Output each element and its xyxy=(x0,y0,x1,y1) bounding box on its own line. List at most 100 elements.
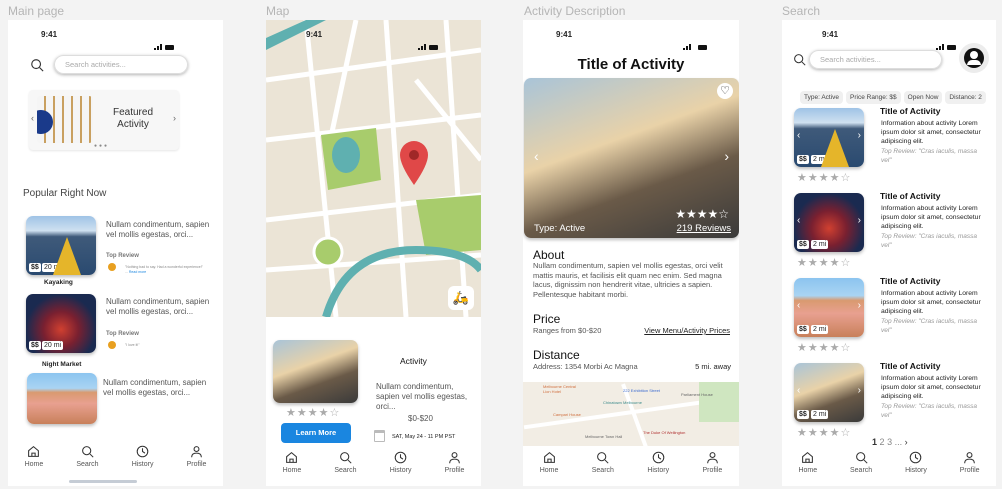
rating-stars: ★★★★☆ xyxy=(286,407,341,419)
nav-search[interactable]: Search xyxy=(850,446,872,486)
nav-search[interactable]: Search xyxy=(592,446,614,486)
activity-title: Title of Activity xyxy=(577,56,685,73)
search-icon[interactable] xyxy=(30,58,44,72)
price-badge: $$ xyxy=(797,325,809,334)
status-time: 9:41 xyxy=(556,30,573,39)
search-input[interactable]: Search activities... xyxy=(54,55,188,74)
price-badge: $$ xyxy=(797,410,809,419)
nav-profile[interactable]: Profile xyxy=(445,446,464,486)
chevron-left-icon[interactable]: ‹ xyxy=(797,300,800,311)
map-view[interactable] xyxy=(266,20,481,317)
learn-more-button[interactable]: Learn More xyxy=(281,423,351,443)
chevron-left-icon[interactable]: ‹ xyxy=(797,130,800,141)
address: Address: 1354 Morbi Ac Magna xyxy=(533,362,638,371)
bottom-nav: Home Search History Profile xyxy=(782,446,996,486)
nav-label: Home xyxy=(282,467,302,474)
search-icon xyxy=(81,445,94,458)
chevron-left-icon[interactable]: ‹ xyxy=(31,113,34,123)
nav-history[interactable]: History xyxy=(905,446,927,486)
featured-image xyxy=(37,96,93,143)
nav-home[interactable]: Home xyxy=(282,446,302,486)
signal-battery-icon xyxy=(936,32,958,50)
home-icon xyxy=(27,445,40,458)
featured-title: Featured Activity xyxy=(112,107,154,130)
price-badge: $$ xyxy=(797,155,809,164)
nav-profile[interactable]: Profile xyxy=(960,446,980,486)
nav-label: Search xyxy=(850,467,873,474)
frame-label-map: Map xyxy=(266,4,290,18)
read-more-link[interactable]: Read more xyxy=(129,270,146,274)
profile-icon xyxy=(963,451,976,464)
nav-profile[interactable]: Profile xyxy=(702,446,722,486)
item-name: Kayaking xyxy=(44,279,73,286)
activity-desc: Nullam condimentum, sapien vel mollis eg… xyxy=(376,382,468,411)
result-review: Top Review: "Cras iaculis, massa vel" xyxy=(881,318,977,334)
filter-chips: Type: Active Price Range: $$ Open Now Dista… xyxy=(800,86,989,104)
filter-chip[interactable]: Open Now xyxy=(903,91,943,104)
activity-hero-image: ♡ ‹ › Type: Active ★★★★☆ 219 Reviews xyxy=(524,78,739,238)
nav-home[interactable]: Home xyxy=(540,446,558,486)
item-desc: Nullam condimentum, sapien vel mollis eg… xyxy=(106,297,210,316)
nav-label: History xyxy=(647,467,670,474)
activity-title: Activity xyxy=(400,356,427,366)
result-image: ‹ › $$ 2 mi xyxy=(794,108,864,167)
map-label: The Duke Of Wellington xyxy=(643,430,686,435)
chevron-right-icon[interactable]: › xyxy=(173,113,176,123)
filter-chip[interactable]: Type: Active xyxy=(800,91,844,104)
chevron-left-icon[interactable]: ‹ xyxy=(797,215,800,226)
distance-badge: 2 mi xyxy=(811,155,829,164)
nav-search[interactable]: Search xyxy=(76,440,99,480)
carousel-dots[interactable]: ●●● xyxy=(94,143,109,149)
search-icon[interactable] xyxy=(793,53,806,66)
chevron-right-icon[interactable]: › xyxy=(724,148,729,164)
filter-chip[interactable]: Distance: 2 xyxy=(945,91,986,104)
chevron-left-icon[interactable]: ‹ xyxy=(797,385,800,396)
result-title: Title of Activity xyxy=(880,361,941,371)
distance-heading: Distance xyxy=(533,348,580,362)
profile-icon xyxy=(448,451,461,464)
map-frame: 9:41 🛵 ★★★★☆ Learn More Activity Nullam … xyxy=(266,20,481,486)
item-desc: Nullam condimentum, sapien vel mollis eg… xyxy=(103,378,207,397)
activity-type: Type: Active xyxy=(534,223,586,234)
result-title: Title of Activity xyxy=(880,191,941,201)
chevron-right-icon[interactable]: › xyxy=(858,130,861,141)
nav-label: Search xyxy=(76,461,99,468)
location-map[interactable]: Melbourne Central Lion Hotel 222 Exhibit… xyxy=(523,382,739,446)
about-heading: About xyxy=(533,248,565,262)
rating-stars: ★★★★☆ xyxy=(797,257,852,269)
map-label: Melbourne Central Lion Hotel xyxy=(543,384,576,394)
result-review: Top Review: "Cras iaculis, massa vel" xyxy=(881,403,977,419)
about-text: Nullam condimentum, sapien vel mollis eg… xyxy=(533,261,723,299)
search-input[interactable]: Search activities... xyxy=(809,50,942,69)
chevron-right-icon[interactable]: › xyxy=(858,385,861,396)
nav-profile[interactable]: Profile xyxy=(186,440,207,480)
nav-home[interactable]: Home xyxy=(798,446,817,486)
home-indicator xyxy=(69,480,137,483)
kayaking-image: $$ 20 mi xyxy=(26,216,96,275)
map-label: 222 Exhibition Street xyxy=(623,388,660,393)
filter-chip[interactable]: Price Range: $$ xyxy=(846,91,901,104)
profile-avatar-button[interactable] xyxy=(959,43,989,73)
reviews-link[interactable]: 219 Reviews xyxy=(677,223,731,234)
view-prices-link[interactable]: View Menu/Activity Prices xyxy=(644,326,730,335)
nav-label: Profile xyxy=(702,467,723,474)
featured-carousel[interactable]: ‹ Featured Activity › ●●● xyxy=(29,90,179,150)
chevron-right-icon[interactable]: › xyxy=(858,300,861,311)
search-icon xyxy=(855,451,868,464)
chevron-left-icon[interactable]: ‹ xyxy=(534,148,539,164)
chevron-right-icon[interactable]: › xyxy=(858,215,861,226)
nav-history[interactable]: History xyxy=(132,440,153,480)
rating-stars: ★★★★☆ xyxy=(797,427,852,439)
nav-history[interactable]: History xyxy=(647,446,669,486)
nav-label: Profile xyxy=(959,467,980,474)
status-time: 9:41 xyxy=(306,30,323,39)
nav-history[interactable]: History xyxy=(390,446,411,486)
nav-label: Profile xyxy=(186,461,207,468)
calendar-icon xyxy=(374,430,385,442)
nav-search[interactable]: Search xyxy=(334,446,357,486)
review-text: "I love it!" xyxy=(125,343,140,347)
favorite-heart-icon[interactable]: ♡ xyxy=(717,83,733,99)
nav-home[interactable]: Home xyxy=(25,440,43,480)
transport-mode-button[interactable]: 🛵 xyxy=(448,286,474,310)
profile-icon xyxy=(706,451,719,464)
